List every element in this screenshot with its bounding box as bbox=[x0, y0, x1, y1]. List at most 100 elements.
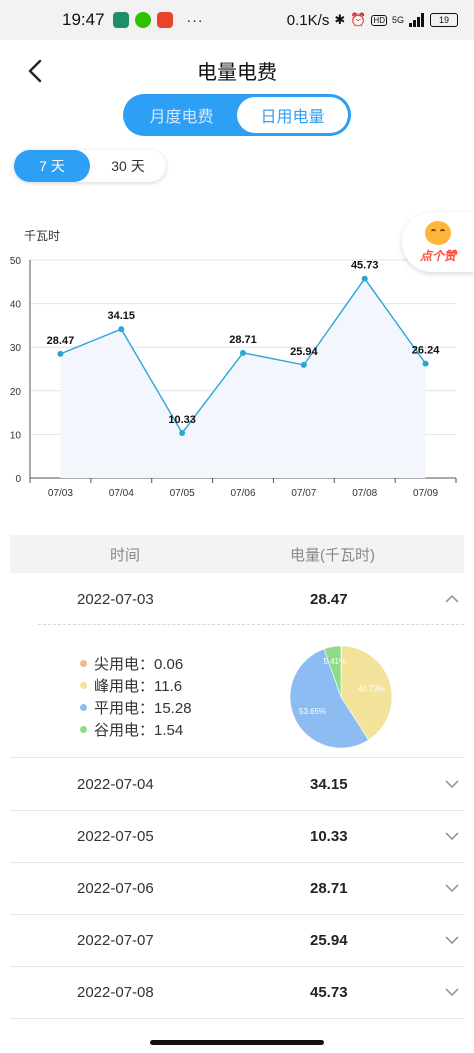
tab-7-days[interactable]: 7 天 bbox=[14, 150, 90, 182]
row-date: 2022-07-03 bbox=[77, 590, 154, 608]
view-switcher: 月度电费 日用电量 bbox=[123, 94, 351, 136]
row-value: 45.73 bbox=[310, 983, 348, 1001]
page-title: 电量电费 bbox=[197, 61, 277, 84]
data-label: 10.33 bbox=[168, 414, 196, 426]
home-indicator[interactable] bbox=[150, 1040, 324, 1045]
row-value: 28.71 bbox=[310, 879, 348, 897]
data-label: 45.73 bbox=[351, 260, 379, 272]
data-point bbox=[57, 350, 64, 357]
row-value: 28.47 bbox=[310, 590, 348, 608]
y-tick-label: 30 bbox=[10, 343, 22, 354]
hd-icon: HD bbox=[371, 14, 387, 26]
row-date: 2022-07-04 bbox=[77, 775, 154, 793]
y-tick-label: 20 bbox=[10, 387, 22, 398]
legend-item-flat: 平用电：15.28 bbox=[80, 696, 192, 718]
legend-item-valley: 谷用电：1.54 bbox=[80, 718, 192, 740]
y-axis-label: 千瓦时 bbox=[24, 229, 60, 243]
tab-monthly-fee[interactable]: 月度电费 bbox=[126, 97, 237, 133]
chevron-up-icon[interactable] bbox=[444, 591, 460, 607]
row-value: 25.94 bbox=[310, 931, 348, 949]
row-divider bbox=[10, 1018, 464, 1019]
table-row[interactable]: 2022-07-06 28.71 bbox=[10, 862, 464, 914]
legend-dot bbox=[80, 725, 87, 733]
data-label: 28.47 bbox=[47, 335, 75, 347]
x-tick-label: 07/06 bbox=[230, 488, 255, 499]
chevron-down-icon[interactable] bbox=[444, 932, 460, 948]
data-label: 28.71 bbox=[229, 334, 257, 346]
data-point bbox=[422, 360, 429, 367]
network-type: 5G bbox=[391, 15, 404, 25]
smiley-icon bbox=[425, 220, 451, 245]
series-area bbox=[60, 278, 426, 478]
legend-item-peak: 峰用电：11.6 bbox=[80, 674, 192, 696]
tab-30-days[interactable]: 30 天 bbox=[90, 150, 166, 182]
like-button-label: 点个赞 bbox=[419, 248, 456, 263]
row-date: 2022-07-05 bbox=[77, 827, 154, 845]
range-switcher: 7 天 30 天 bbox=[14, 150, 166, 182]
row-divider-dashed bbox=[38, 624, 464, 625]
more-notifications-icon: ··· bbox=[186, 12, 204, 28]
app-notification-icon bbox=[112, 12, 129, 28]
data-point bbox=[179, 429, 186, 436]
x-tick-label: 07/03 bbox=[48, 488, 73, 499]
table-header: 时间 电量(千瓦时) bbox=[10, 535, 464, 573]
legend-label: 平用电：15.28 bbox=[94, 699, 192, 717]
like-button[interactable]: 点个赞 bbox=[402, 212, 474, 272]
row-value: 10.33 bbox=[310, 827, 348, 845]
x-tick-label: 07/07 bbox=[291, 488, 316, 499]
legend-dot bbox=[80, 681, 87, 689]
data-point bbox=[300, 361, 307, 368]
table-row[interactable]: 2022-07-05 10.33 bbox=[10, 810, 464, 862]
pie-slice-label: 53.65% bbox=[299, 707, 326, 716]
y-tick-label: 0 bbox=[15, 474, 21, 485]
table-row[interactable]: 2022-07-07 25.94 bbox=[10, 914, 464, 966]
row-value: 34.15 bbox=[310, 775, 348, 793]
row-date: 2022-07-08 bbox=[77, 983, 154, 1001]
pie-slice-label: 5.41% bbox=[323, 657, 346, 666]
chevron-down-icon[interactable] bbox=[444, 828, 460, 844]
legend-label: 谷用电：1.54 bbox=[94, 721, 184, 739]
signal-icon bbox=[409, 13, 424, 27]
y-tick-label: 50 bbox=[10, 256, 22, 267]
status-bar: 19:47 ··· 0.1K/s ✱ ⏰ HD 5G 19 bbox=[0, 0, 474, 40]
back-arrow-icon[interactable] bbox=[22, 56, 52, 86]
x-tick-label: 07/09 bbox=[413, 488, 438, 499]
row-date: 2022-07-06 bbox=[77, 879, 154, 897]
shopping-app-icon bbox=[156, 12, 173, 28]
daily-usage-chart: 千瓦时 0 10 20 30 40 50 07/03 07/04 07/05 07/06 07/07… bbox=[10, 229, 457, 499]
table-row[interactable]: 2022-07-03 28.47 bbox=[10, 573, 464, 625]
table-row[interactable]: 2022-07-08 45.73 bbox=[10, 966, 464, 1018]
chevron-down-icon[interactable] bbox=[444, 776, 460, 792]
alarm-icon: ⏰ bbox=[350, 12, 367, 27]
battery-level: 19 bbox=[438, 15, 449, 25]
x-tick-label: 07/04 bbox=[109, 488, 134, 499]
legend-dot bbox=[80, 659, 87, 667]
legend-item-peak-sharp: 尖用电：0.06 bbox=[80, 652, 192, 674]
wechat-icon bbox=[134, 12, 151, 28]
y-tick-label: 10 bbox=[10, 430, 22, 441]
legend-label: 峰用电：11.6 bbox=[94, 677, 183, 695]
battery-icon: 19 bbox=[430, 13, 458, 27]
bluetooth-icon: ✱ bbox=[334, 12, 346, 27]
row-date: 2022-07-07 bbox=[77, 931, 154, 949]
data-label: 34.15 bbox=[108, 310, 136, 322]
data-point bbox=[118, 326, 125, 333]
data-point bbox=[240, 349, 246, 356]
x-tick-label: 07/08 bbox=[352, 488, 377, 499]
tab-daily-usage[interactable]: 日用电量 bbox=[237, 97, 348, 133]
data-label: 26.24 bbox=[412, 345, 440, 357]
data-label: 25.94 bbox=[290, 346, 318, 358]
x-tick-label: 07/05 bbox=[170, 488, 195, 499]
pie-slice-label: 40.73% bbox=[358, 684, 385, 693]
y-tick-label: 40 bbox=[10, 300, 22, 311]
chevron-down-icon[interactable] bbox=[444, 880, 460, 896]
column-time: 时间 bbox=[110, 546, 141, 564]
column-usage: 电量(千瓦时) bbox=[290, 546, 375, 564]
net-speed: 0.1K/s bbox=[286, 11, 330, 29]
chevron-down-icon[interactable] bbox=[444, 984, 460, 1000]
legend-label: 尖用电：0.06 bbox=[94, 655, 184, 673]
table-row[interactable]: 2022-07-04 34.15 bbox=[10, 758, 464, 810]
breakdown-legend: 尖用电：0.06 峰用电：11.6 平用电：15.28 谷用电：1.54 bbox=[80, 652, 192, 740]
app-header: 电量电费 bbox=[0, 40, 474, 100]
breakdown-pie-chart: 0.21%40.73%53.65%5.41% bbox=[289, 645, 393, 749]
